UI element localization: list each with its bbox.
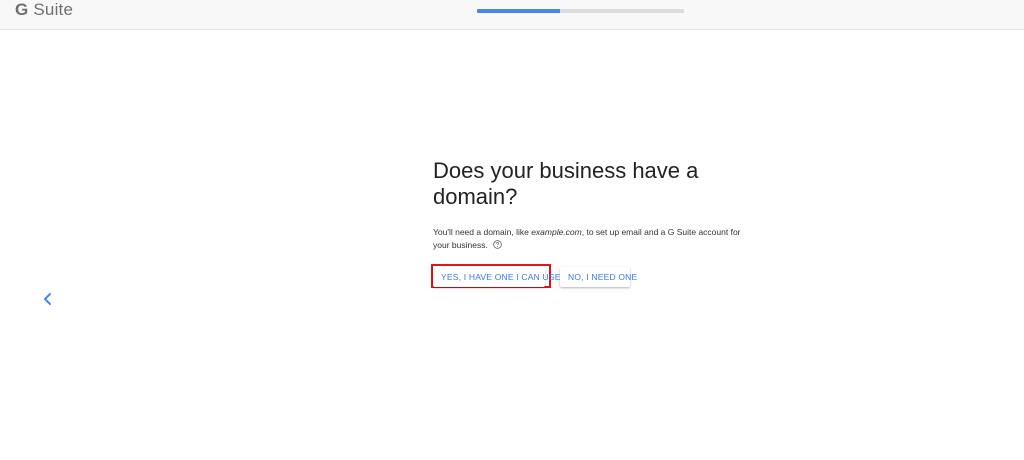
top-bar: G Suite	[0, 0, 1024, 30]
logo-text: Suite	[33, 0, 74, 19]
yes-have-domain-button[interactable]: YES, I HAVE ONE I CAN USE	[433, 267, 560, 287]
description-text-start: You'll need a domain, like	[433, 227, 532, 237]
progress-fill	[477, 9, 560, 13]
description: You'll need a domain, like example.com, …	[433, 226, 753, 252]
back-button[interactable]	[38, 288, 58, 310]
progress-bar	[477, 9, 684, 13]
help-circle-icon[interactable]	[493, 240, 502, 249]
domain-question-panel: Does your business have a domain? You'll…	[431, 158, 753, 291]
no-need-domain-button[interactable]: NO, I NEED ONE	[560, 267, 637, 287]
description-example: example.com	[531, 227, 582, 237]
page-title: Does your business have a domain?	[433, 158, 699, 209]
answer-buttons: YES, I HAVE ONE I CAN USE NO, I NEED ONE	[431, 264, 753, 291]
chevron-left-icon	[44, 293, 51, 305]
logo-g: G	[15, 0, 29, 19]
gsuite-logo: G Suite	[15, 0, 73, 20]
